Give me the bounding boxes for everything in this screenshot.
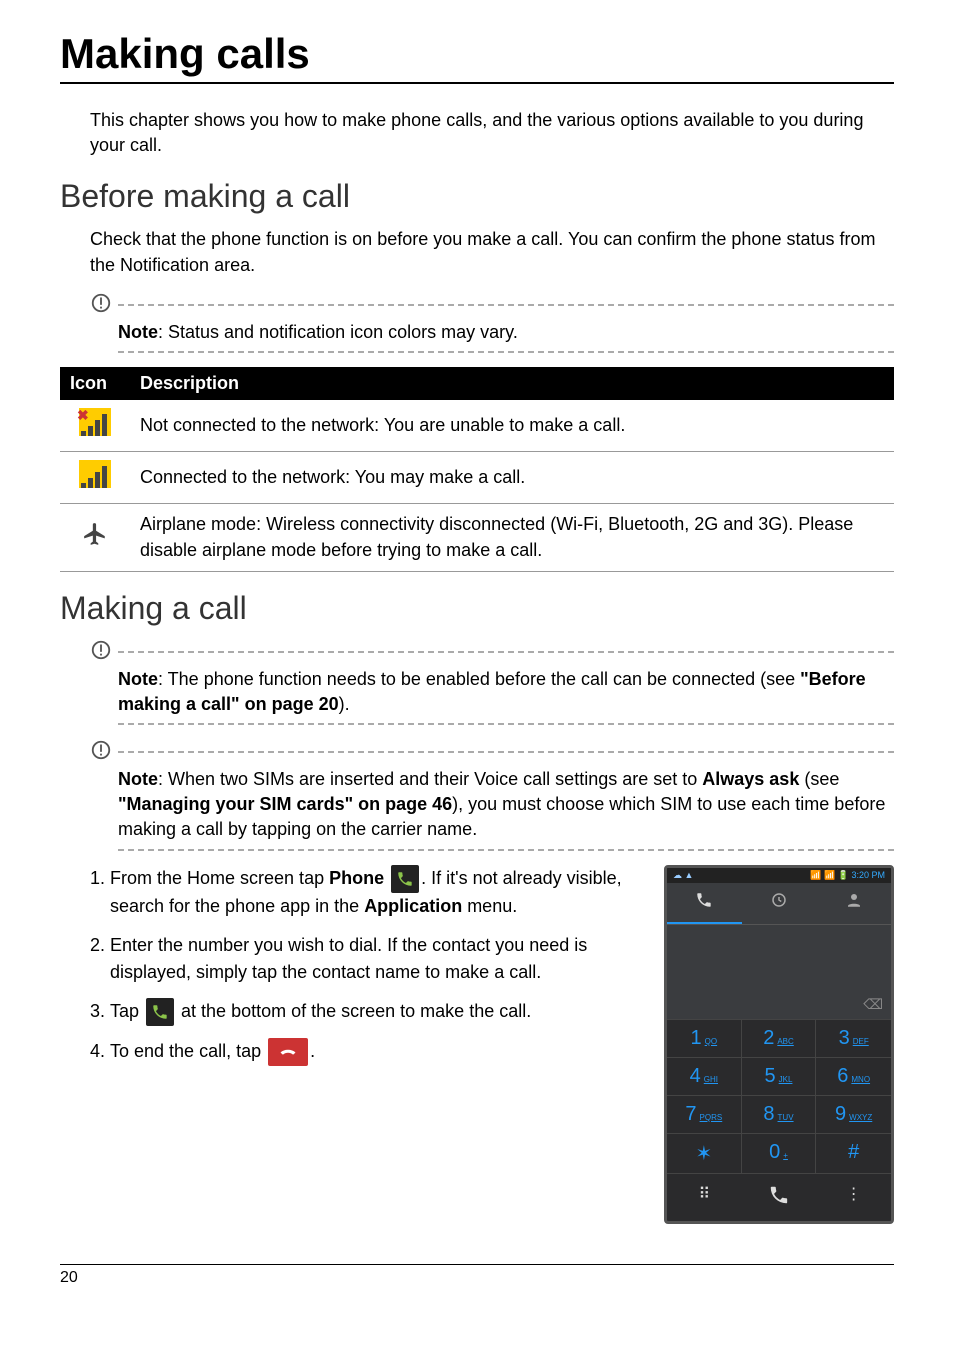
table-row: Connected to the network: You may make a… bbox=[60, 452, 894, 504]
signal-icon bbox=[79, 460, 111, 488]
phone-dialer-figure: ☁ ▲ 📶 📶 🔋 3:20 PM ⌫ 1QO 2ABC 3DEF 4GHI 5… bbox=[664, 865, 894, 1224]
note-two-sims: Note: When two SIMs are inserted and the… bbox=[90, 739, 894, 851]
list-item: Tap at the bottom of the screen to make … bbox=[110, 998, 654, 1026]
key-0[interactable]: 0+ bbox=[742, 1133, 817, 1173]
phone-status-bar: ☁ ▲ 📶 📶 🔋 3:20 PM bbox=[667, 868, 891, 883]
key-6[interactable]: 6MNO bbox=[816, 1057, 891, 1095]
footer-menu-icon[interactable]: ⋮ bbox=[816, 1174, 891, 1221]
n3-t2: (see bbox=[799, 769, 839, 789]
no-signal-icon: ✖ bbox=[79, 408, 111, 436]
s3a: Tap bbox=[110, 1001, 144, 1021]
key-7[interactable]: 7PQRS bbox=[667, 1095, 742, 1133]
note-colors: Note: Status and notification icon color… bbox=[90, 292, 894, 353]
airplane-mode-icon bbox=[81, 521, 109, 545]
phone-app-icon bbox=[391, 865, 419, 893]
note-icon bbox=[90, 739, 118, 767]
section1-text: Check that the phone function is on befo… bbox=[90, 227, 894, 277]
key-4[interactable]: 4GHI bbox=[667, 1057, 742, 1095]
icon-table: Icon Description ✖ Not connected to the … bbox=[60, 367, 894, 572]
note-icon bbox=[90, 292, 118, 320]
s1a: From the Home screen tap bbox=[110, 868, 329, 888]
dial-display: ⌫ bbox=[667, 924, 891, 1019]
list-item: To end the call, tap . bbox=[110, 1038, 654, 1066]
row2-desc: Airplane mode: Wireless connectivity dis… bbox=[130, 504, 894, 571]
backspace-icon[interactable]: ⌫ bbox=[863, 996, 883, 1013]
th-description: Description bbox=[130, 367, 894, 400]
key-3[interactable]: 3DEF bbox=[816, 1019, 891, 1057]
th-icon: Icon bbox=[60, 367, 130, 400]
note-label: Note bbox=[118, 322, 158, 342]
s1d: Application bbox=[364, 896, 462, 916]
dialer-tabs bbox=[667, 883, 891, 924]
tab-dialer[interactable] bbox=[667, 883, 742, 924]
key-9[interactable]: 9WXYZ bbox=[816, 1095, 891, 1133]
intro-text: This chapter shows you how to make phone… bbox=[90, 108, 894, 158]
keypad: 1QO 2ABC 3DEF 4GHI 5JKL 6MNO 7PQRS 8TUV … bbox=[667, 1019, 891, 1173]
key-1[interactable]: 1QO bbox=[667, 1019, 742, 1057]
list-item: From the Home screen tap Phone . If it's… bbox=[110, 865, 654, 920]
key-5[interactable]: 5JKL bbox=[742, 1057, 817, 1095]
key-8[interactable]: 8TUV bbox=[742, 1095, 817, 1133]
s4a: To end the call, tap bbox=[110, 1041, 266, 1061]
list-item: Enter the number you wish to dial. If th… bbox=[110, 932, 654, 986]
note-text: : Status and notification icon colors ma… bbox=[158, 322, 518, 342]
table-row: ✖ Not connected to the network: You are … bbox=[60, 400, 894, 452]
steps-list: From the Home screen tap Phone . If it's… bbox=[110, 865, 654, 1067]
note2-t2: ). bbox=[339, 694, 350, 714]
note-enable-phone: Note: The phone function needs to be ena… bbox=[90, 639, 894, 725]
note-label: Note bbox=[118, 769, 158, 789]
heading-making-a-call: Making a call bbox=[60, 590, 894, 627]
n3-t1: : When two SIMs are inserted and their V… bbox=[158, 769, 702, 789]
note2-t1: : The phone function needs to be enabled… bbox=[158, 669, 800, 689]
key-hash[interactable]: # bbox=[816, 1133, 891, 1173]
tab-recent[interactable] bbox=[742, 883, 817, 924]
key-2[interactable]: 2ABC bbox=[742, 1019, 817, 1057]
s1b: Phone bbox=[329, 868, 384, 888]
table-row: Airplane mode: Wireless connectivity dis… bbox=[60, 504, 894, 571]
n3-b2: "Managing your SIM cards" on page 46 bbox=[118, 794, 452, 814]
page-title: Making calls bbox=[60, 30, 894, 84]
dialer-footer: ⠿ ⋮ bbox=[667, 1173, 891, 1221]
s4b: . bbox=[310, 1041, 315, 1061]
heading-before-making-a-call: Before making a call bbox=[60, 178, 894, 215]
row1-desc: Connected to the network: You may make a… bbox=[130, 452, 894, 504]
note-icon bbox=[90, 639, 118, 667]
page-number: 20 bbox=[60, 1264, 894, 1287]
call-icon bbox=[146, 998, 174, 1026]
row0-desc: Not connected to the network: You are un… bbox=[130, 400, 894, 452]
s1e: menu. bbox=[462, 896, 517, 916]
status-left: ☁ ▲ bbox=[673, 870, 693, 881]
status-right: 📶 📶 🔋 3:20 PM bbox=[810, 870, 885, 881]
s3b: at the bottom of the screen to make the … bbox=[176, 1001, 531, 1021]
n3-b1: Always ask bbox=[702, 769, 799, 789]
note-label: Note bbox=[118, 669, 158, 689]
footer-call-button[interactable] bbox=[742, 1174, 817, 1221]
footer-grid-icon[interactable]: ⠿ bbox=[667, 1174, 742, 1221]
end-call-icon bbox=[268, 1038, 308, 1066]
tab-contacts[interactable] bbox=[816, 883, 891, 924]
key-star[interactable]: ✶ bbox=[667, 1133, 742, 1173]
